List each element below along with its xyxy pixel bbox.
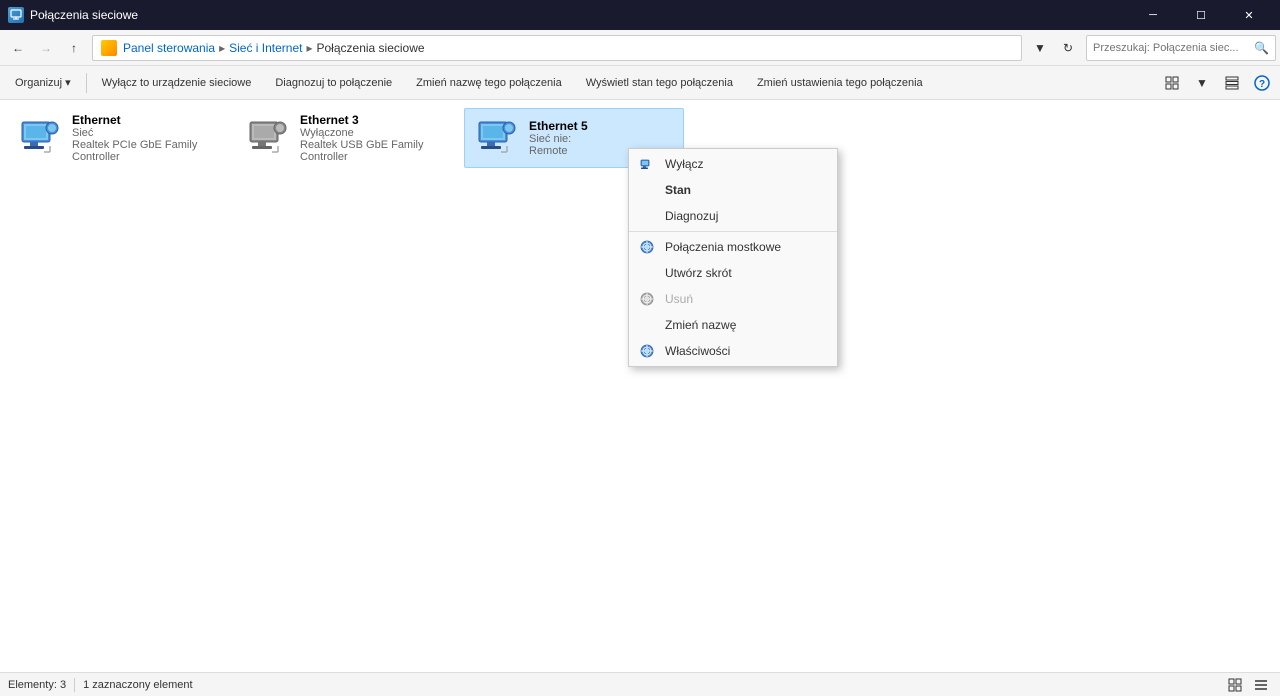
context-menu-properties[interactable]: Właściwości	[629, 338, 837, 364]
title-bar: Połączenia sieciowe ─ ☐ ✕	[0, 0, 1280, 30]
context-menu-shortcut[interactable]: Utwórz skrót	[629, 260, 837, 286]
context-diagnose-label: Diagnozuj	[665, 209, 718, 223]
organize-button[interactable]: Organizuj ▾	[4, 70, 82, 96]
change-settings-button[interactable]: Zmień ustawienia tego połączenia	[746, 70, 934, 96]
ethernet3-info: Ethernet 3 Wyłączone Realtek USB GbE Fam…	[300, 113, 448, 163]
ethernet-status: Sieć	[72, 127, 220, 139]
help-button[interactable]: ?	[1248, 70, 1276, 96]
ethernet-name: Ethernet	[72, 113, 220, 127]
context-menu-sep-1	[629, 231, 837, 232]
network-item-ethernet3[interactable]: Ethernet 3 Wyłączone Realtek USB GbE Fam…	[236, 108, 456, 168]
status-list-view[interactable]	[1250, 676, 1272, 694]
view-status-button[interactable]: Wyświetl stan tego połączenia	[575, 70, 744, 96]
ethernet5-status: Sieć nie:	[529, 133, 675, 145]
disable-icon	[637, 154, 657, 174]
ethernet3-name: Ethernet 3	[300, 113, 448, 127]
bridge-icon	[637, 237, 657, 257]
context-menu-disable[interactable]: Wyłącz	[629, 151, 837, 177]
ethernet-info: Ethernet Sieć Realtek PCIe GbE Family Co…	[72, 113, 220, 163]
status-view-controls	[1224, 676, 1272, 694]
context-menu-bridge[interactable]: Połączenia mostkowe	[629, 234, 837, 260]
window-title: Połączenia sieciowe	[30, 8, 1130, 22]
ethernet-icon	[16, 114, 64, 162]
status-sep	[74, 678, 75, 692]
context-menu-stan[interactable]: Stan	[629, 177, 837, 203]
breadcrumb-control-panel[interactable]: Panel sterowania	[123, 41, 215, 55]
status-bar: Elementy: 3 1 zaznaczony element	[0, 672, 1280, 696]
context-bridge-label: Połączenia mostkowe	[665, 240, 781, 254]
up-button[interactable]: ↑	[60, 34, 88, 62]
search-icon: 🔍	[1254, 41, 1269, 55]
context-menu-rename[interactable]: Zmień nazwę	[629, 312, 837, 338]
rename-button[interactable]: Zmień nazwę tego połączenia	[405, 70, 573, 96]
ethernet3-adapter: Realtek USB GbE Family Controller	[300, 139, 448, 163]
breadcrumb-sep-2: ▸	[306, 41, 312, 55]
context-disable-label: Wyłącz	[665, 157, 704, 171]
breadcrumb-current: Połączenia sieciowe	[317, 41, 425, 55]
app-icon	[8, 7, 24, 23]
status-grid-view[interactable]	[1224, 676, 1246, 694]
context-menu-delete: Usuń	[629, 286, 837, 312]
search-bar[interactable]: 🔍	[1086, 35, 1276, 61]
back-button[interactable]: ←	[4, 34, 32, 62]
view-list-button[interactable]	[1218, 70, 1246, 96]
selected-count: 1 zaznaczony element	[83, 679, 192, 691]
ethernet5-icon	[473, 114, 521, 162]
refresh-button[interactable]: ↻	[1054, 34, 1082, 62]
network-item-ethernet[interactable]: Ethernet Sieć Realtek PCIe GbE Family Co…	[8, 108, 228, 168]
svg-text:?: ?	[1259, 79, 1265, 90]
properties-icon	[637, 341, 657, 361]
view-toggle-button[interactable]	[1158, 70, 1186, 96]
toolbar: Organizuj ▾ Wyłącz to urządzenie sieciow…	[0, 66, 1280, 100]
context-delete-label: Usuń	[665, 292, 693, 306]
ethernet3-icon	[244, 114, 292, 162]
minimize-button[interactable]: ─	[1130, 0, 1176, 30]
breadcrumb-network[interactable]: Sieć i Internet	[229, 41, 302, 55]
context-shortcut-label: Utwórz skrót	[665, 266, 732, 280]
context-stan-label: Stan	[665, 183, 691, 197]
close-button[interactable]: ✕	[1226, 0, 1272, 30]
forward-button[interactable]: →	[32, 34, 60, 62]
elements-count: Elementy: 3	[8, 679, 66, 691]
view-dropdown-button[interactable]: ▼	[1188, 70, 1216, 96]
toolbar-right: ▼ ?	[1158, 70, 1276, 96]
breadcrumb-dropdown[interactable]: ▼	[1026, 34, 1054, 62]
ethernet5-name: Ethernet 5	[529, 119, 675, 133]
delete-icon	[637, 289, 657, 309]
context-menu: Wyłącz Stan Diagnozuj Połączenia mostkow…	[628, 148, 838, 367]
breadcrumb-icon	[101, 40, 117, 56]
ethernet-adapter: Realtek PCIe GbE Family Controller	[72, 139, 220, 163]
breadcrumb-sep-1: ▸	[219, 41, 225, 55]
context-rename-label: Zmień nazwę	[665, 318, 736, 332]
window-controls: ─ ☐ ✕	[1130, 0, 1272, 30]
diagnose-button[interactable]: Diagnozuj to połączenie	[264, 70, 403, 96]
address-bar: ← → ↑ Panel sterowania ▸ Sieć i Internet…	[0, 30, 1280, 66]
toolbar-sep-1	[86, 73, 87, 93]
search-input[interactable]	[1093, 42, 1254, 54]
maximize-button[interactable]: ☐	[1178, 0, 1224, 30]
context-properties-label: Właściwości	[665, 344, 730, 358]
ethernet3-status: Wyłączone	[300, 127, 448, 139]
disable-network-button[interactable]: Wyłącz to urządzenie sieciowe	[91, 70, 263, 96]
context-menu-diagnose[interactable]: Diagnozuj	[629, 203, 837, 229]
breadcrumb: Panel sterowania ▸ Sieć i Internet ▸ Poł…	[92, 35, 1022, 61]
